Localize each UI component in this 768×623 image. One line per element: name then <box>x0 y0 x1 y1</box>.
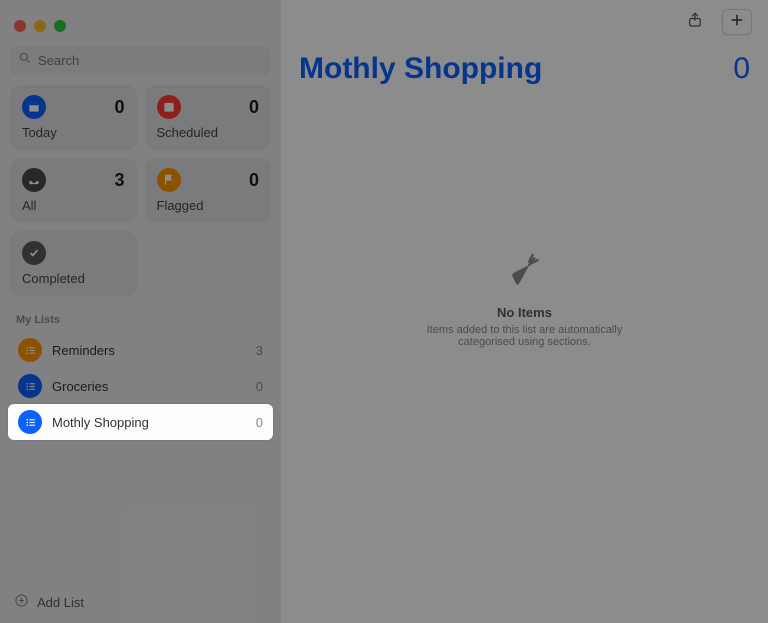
empty-subtitle: Items added to this list are automatical… <box>403 324 647 348</box>
minimize-window-button[interactable] <box>34 20 46 32</box>
search-input[interactable] <box>38 53 263 68</box>
smart-all[interactable]: 3 All <box>10 158 137 223</box>
list-name: Reminders <box>52 343 256 358</box>
toolbar <box>281 0 768 44</box>
list-name: Mothly Shopping <box>52 415 256 430</box>
empty-state: No Items Items added to this list are au… <box>403 250 647 348</box>
list-row-groceries[interactable]: Groceries 0 <box>8 368 273 404</box>
tray-icon <box>22 168 46 192</box>
smart-flagged[interactable]: 0 Flagged <box>145 158 272 223</box>
close-window-button[interactable] <box>14 20 26 32</box>
search-field[interactable] <box>10 46 271 75</box>
list-bullet-icon <box>18 338 42 362</box>
list-count: 3 <box>256 343 263 358</box>
list-row-reminders[interactable]: Reminders 3 <box>8 332 273 368</box>
carrot-icon <box>505 277 545 294</box>
list-header: Mothly Shopping 0 <box>281 44 768 86</box>
add-list-label: Add List <box>37 595 84 610</box>
smart-label: Scheduled <box>157 125 260 140</box>
list-total-count: 0 <box>733 52 750 86</box>
smart-count: 0 <box>249 170 259 191</box>
share-button[interactable] <box>680 9 710 35</box>
list-row-monthly-shopping[interactable]: Mothly Shopping 0 <box>8 404 273 440</box>
share-icon <box>686 11 704 34</box>
smart-label: Completed <box>22 271 125 286</box>
list-name: Groceries <box>52 379 256 394</box>
add-list-button[interactable]: Add List <box>14 593 84 611</box>
fullscreen-window-button[interactable] <box>54 20 66 32</box>
smart-label: Today <box>22 125 125 140</box>
calendar-icon <box>157 95 181 119</box>
smart-scheduled[interactable]: 0 Scheduled <box>145 85 272 150</box>
empty-title: No Items <box>403 305 647 320</box>
smart-label: Flagged <box>157 198 260 213</box>
plus-circle-icon <box>14 593 29 611</box>
add-reminder-button[interactable] <box>722 9 752 35</box>
smart-count: 3 <box>114 170 124 191</box>
smart-label: All <box>22 198 125 213</box>
calendar-icon <box>22 95 46 119</box>
list-bullet-icon <box>18 374 42 398</box>
smart-count: 0 <box>249 97 259 118</box>
list-count: 0 <box>256 415 263 430</box>
plus-icon <box>728 11 746 34</box>
smart-completed[interactable]: Completed <box>10 231 137 296</box>
list-title: Mothly Shopping <box>299 52 542 86</box>
window-controls <box>8 10 273 46</box>
list-bullet-icon <box>18 410 42 434</box>
sidebar: 0 Today 0 Scheduled 3 All <box>0 0 281 623</box>
check-icon <box>22 241 46 265</box>
smart-lists-grid: 0 Today 0 Scheduled 3 All <box>10 85 271 296</box>
main-panel: Mothly Shopping 0 No Items Items added t… <box>281 0 768 623</box>
flag-icon <box>157 168 181 192</box>
list-count: 0 <box>256 379 263 394</box>
smart-today[interactable]: 0 Today <box>10 85 137 150</box>
my-lists-section-title: My Lists <box>16 314 265 326</box>
search-icon <box>18 51 32 70</box>
my-lists: Reminders 3 Groceries 0 Mothly Shopping … <box>8 332 273 440</box>
smart-count: 0 <box>114 97 124 118</box>
